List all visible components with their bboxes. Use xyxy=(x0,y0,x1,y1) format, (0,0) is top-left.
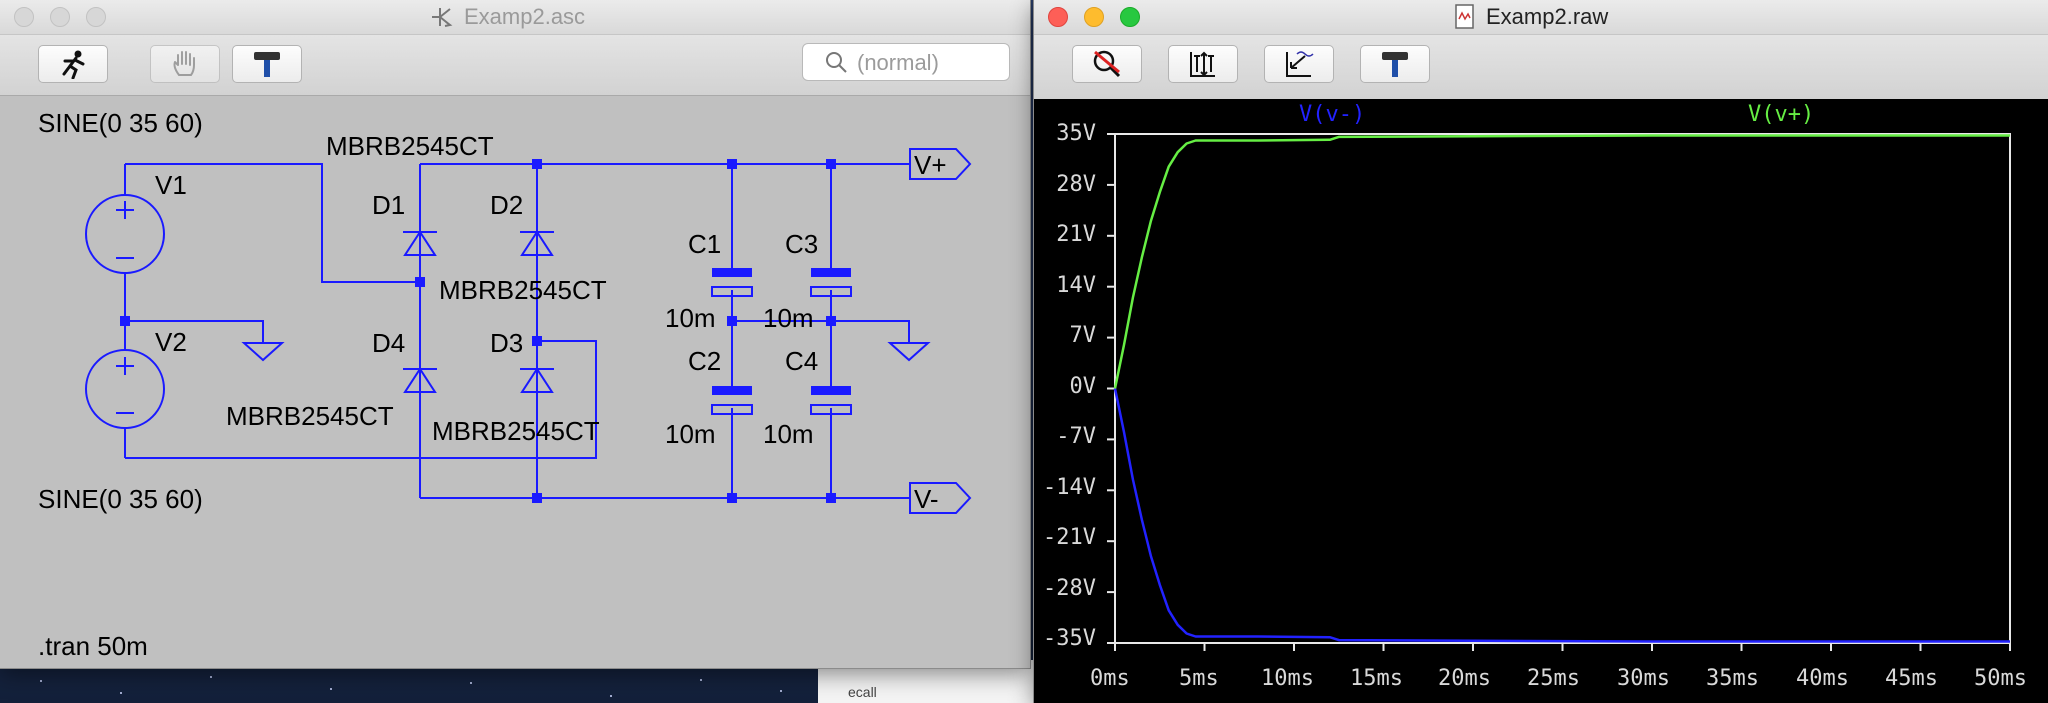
hammer-icon xyxy=(254,52,280,77)
halt-hand-icon xyxy=(173,51,195,76)
minimize-button[interactable] xyxy=(50,7,70,27)
waveform-window: Examp2.raw 35V 28V 21V 14V 7V 0V -7V -14… xyxy=(1034,0,2048,703)
waveform-chart xyxy=(1107,133,2011,651)
waveform-plot-area[interactable]: 35V 28V 21V 14V 7V 0V -7V -14V -21V -28V… xyxy=(1034,99,2048,703)
d3-name-label: D3 xyxy=(490,328,524,358)
schematic-file-icon xyxy=(432,8,453,27)
d4-name-label: D4 xyxy=(372,328,406,358)
c2-name-label: C2 xyxy=(688,346,722,376)
zoom-extents-button[interactable] xyxy=(1264,45,1334,83)
autorange-icon xyxy=(1190,51,1215,77)
zoom-button[interactable] xyxy=(86,7,106,27)
v1-name-label: V1 xyxy=(155,170,187,200)
v2-name-label: V2 xyxy=(155,327,187,357)
waveform-titlebar: Examp2.raw xyxy=(1034,0,2048,35)
autorange-button[interactable] xyxy=(1168,45,1238,83)
run-button[interactable] xyxy=(38,45,108,83)
search-icon xyxy=(826,52,847,73)
c4-value-label: 10m xyxy=(763,419,814,449)
v2-value-label: SINE(0 35 60) xyxy=(38,484,203,514)
c4-name-label: C4 xyxy=(785,346,819,376)
raw-file-icon xyxy=(1455,4,1474,29)
tran-directive[interactable]: .tran 50m xyxy=(38,633,148,659)
search-placeholder: (normal) xyxy=(857,50,939,75)
c3-value-label: 10m xyxy=(763,303,814,333)
d1-name-label: D1 xyxy=(372,190,406,220)
hammer-icon xyxy=(1382,52,1408,77)
vminus-port-label: V- xyxy=(914,484,939,514)
waveform-hammer-button[interactable] xyxy=(1360,45,1430,83)
series-line-vminus xyxy=(1113,388,2010,643)
schematic-canvas[interactable]: SINE(0 35 60) V1 V2 SINE(0 35 60) MBRB25… xyxy=(0,96,1030,668)
schematic-titlebar: Examp2.asc xyxy=(0,0,1030,35)
close-button[interactable] xyxy=(1048,7,1068,27)
v1-value-label: SINE(0 35 60) xyxy=(38,108,203,138)
schematic-toolbar: (normal) xyxy=(0,35,1030,96)
series-line-vplus xyxy=(1113,134,2010,389)
d2-name-label: D2 xyxy=(490,190,524,220)
c3-name-label: C3 xyxy=(785,229,819,259)
halt-button[interactable] xyxy=(150,45,220,83)
d3-part-label: MBRB2545CT xyxy=(432,416,600,446)
close-button[interactable] xyxy=(14,7,34,27)
c2-value-label: 10m xyxy=(665,419,716,449)
zoom-cancel-button[interactable] xyxy=(1072,45,1142,83)
schematic-title: Examp2.asc xyxy=(464,4,586,29)
d2-part-label: MBRB2545CT xyxy=(439,275,607,305)
background-document-text: ecall xyxy=(848,684,877,700)
minimize-button[interactable] xyxy=(1084,7,1104,27)
zoom-button[interactable] xyxy=(1120,7,1140,27)
vplus-port-label: V+ xyxy=(914,150,947,180)
d1-part-label: MBRB2545CT xyxy=(326,131,494,161)
search-field[interactable]: (normal) xyxy=(802,43,1010,81)
d4-part-label: MBRB2545CT xyxy=(226,401,394,431)
zoom-extents-icon xyxy=(1286,51,1314,77)
settings-hammer-button[interactable] xyxy=(232,45,302,83)
c1-name-label: C1 xyxy=(688,229,722,259)
run-icon xyxy=(62,50,85,79)
c1-value-label: 10m xyxy=(665,303,716,333)
schematic-window: Examp2.asc (normal) SINE(0 35 60) V1 V2 … xyxy=(0,0,1030,668)
plot-frame xyxy=(1114,133,2011,644)
waveform-toolbar xyxy=(1034,35,2048,100)
zoom-cancel-icon xyxy=(1093,50,1121,78)
waveform-title: Examp2.raw xyxy=(1486,4,1609,29)
